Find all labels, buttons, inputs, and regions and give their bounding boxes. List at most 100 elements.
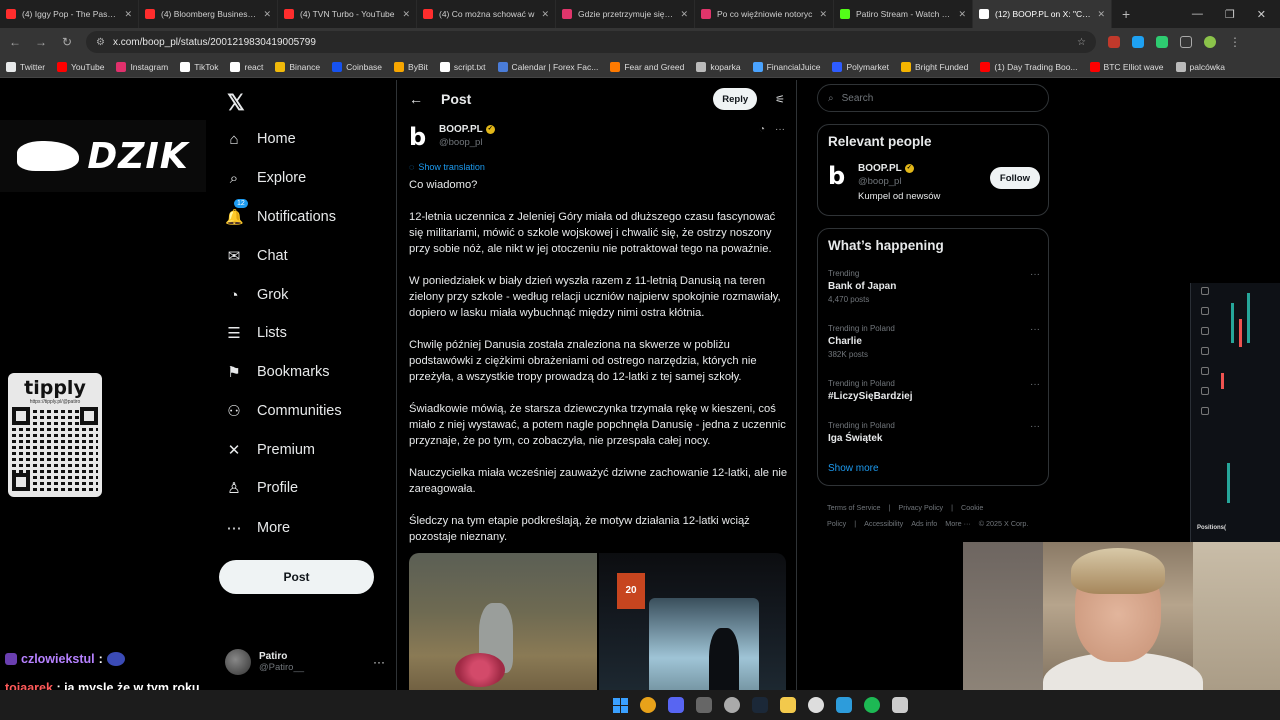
extension-icon[interactable] xyxy=(1156,36,1168,48)
bookmark-item[interactable]: react xyxy=(230,61,263,72)
bookmark-item[interactable]: Calendar | Forex Fac... xyxy=(497,61,598,72)
magnet-icon[interactable] xyxy=(1201,347,1209,355)
trend-item[interactable]: Trending in Poland #LiczySięBardziej ··· xyxy=(828,379,1040,402)
footer-link[interactable]: Accessibility xyxy=(864,519,903,528)
nav-item-communities[interactable]: ⚇ Communities xyxy=(225,396,341,426)
profile-avatar-icon[interactable] xyxy=(1204,36,1216,48)
reload-icon[interactable]: ↻ xyxy=(60,35,74,49)
browser-menu-icon[interactable]: ⋮ xyxy=(1228,35,1242,49)
more-options-icon[interactable]: ··· xyxy=(1030,324,1040,335)
back-arrow-icon[interactable]: ← xyxy=(409,91,423,107)
reply-settings-icon[interactable]: ⚟ xyxy=(775,93,785,106)
bookmark-item[interactable]: Twitter xyxy=(6,61,45,72)
follow-button[interactable]: Follow xyxy=(989,167,1040,189)
bookmark-item[interactable]: palcówka xyxy=(1175,61,1225,72)
discord-icon[interactable] xyxy=(667,697,684,713)
relevant-name[interactable]: BOOP.PL xyxy=(858,163,902,174)
trend-item[interactable]: Trending in Poland Charlie 382K posts ··… xyxy=(828,324,1040,359)
footer-link[interactable]: Ads info xyxy=(911,519,937,528)
more-options-icon[interactable]: ··· xyxy=(775,124,785,135)
obs-icon[interactable] xyxy=(723,697,740,713)
boop-avatar-icon[interactable]: b xyxy=(409,124,431,150)
more-options-icon[interactable]: ··· xyxy=(1030,269,1040,280)
post-button[interactable]: Post xyxy=(219,560,374,594)
windows-start-icon[interactable] xyxy=(612,697,628,713)
nav-item-lists[interactable]: ☰ Lists xyxy=(225,318,287,348)
bookmark-item[interactable]: Instagram xyxy=(116,61,168,72)
relevant-person[interactable]: b BOOP.PL ✓ @boop_pl Kumpel od newsów Fol… xyxy=(828,163,1040,202)
nav-item-grok[interactable]: ◔ Grok xyxy=(225,280,288,310)
extensions-puzzle-icon[interactable] xyxy=(1180,36,1192,48)
spotify-icon[interactable] xyxy=(863,697,880,713)
trend-item[interactable]: Trending Bank of Japan 4,470 posts ··· xyxy=(828,269,1040,304)
browser-tab[interactable]: (4) TVN Turbo - YouTube ✕ xyxy=(278,0,417,28)
search-input[interactable]: ⌕ Search xyxy=(817,84,1049,112)
close-tab-icon[interactable]: ✕ xyxy=(124,9,132,20)
draw-tool-icon[interactable] xyxy=(1201,307,1209,315)
bookmark-star-icon[interactable]: ☆ xyxy=(1077,37,1086,48)
browser-tab[interactable]: Po co więźniowie notoryc ✕ xyxy=(695,0,834,28)
reply-button[interactable]: Reply xyxy=(713,88,758,110)
show-more-link[interactable]: Show more xyxy=(828,463,879,474)
bookmark-item[interactable]: ByBit xyxy=(394,61,428,72)
x-logo-icon[interactable]: 𝕏 xyxy=(227,90,245,116)
browser-tab[interactable]: Patiro Stream - Watch Liv ✕ xyxy=(834,0,973,28)
close-tab-icon[interactable]: ✕ xyxy=(819,9,827,20)
maximize-icon[interactable]: ❐ xyxy=(1225,8,1235,21)
zoom-icon[interactable] xyxy=(1201,327,1209,335)
post-image-memorial[interactable] xyxy=(409,553,597,700)
nav-item-notifications[interactable]: 🔔 12 Notifications xyxy=(225,199,336,232)
close-tab-icon[interactable]: ✕ xyxy=(958,9,966,20)
bookmark-item[interactable]: Bright Funded xyxy=(900,61,968,72)
boop-avatar-icon[interactable]: b xyxy=(828,163,850,189)
heart-icon[interactable] xyxy=(1201,287,1209,295)
bookmark-item[interactable]: TikTok xyxy=(180,61,218,72)
more-options-icon[interactable]: ··· xyxy=(373,655,385,669)
new-tab-icon[interactable]: + xyxy=(1112,6,1140,22)
eye-icon[interactable] xyxy=(1201,387,1209,395)
show-translation-link[interactable]: ◌ Show translation xyxy=(409,162,485,172)
bookmark-item[interactable]: koparka xyxy=(696,61,741,72)
app-icon[interactable] xyxy=(807,697,824,713)
folder-icon[interactable] xyxy=(779,697,796,713)
close-tab-icon[interactable]: ✕ xyxy=(402,9,410,20)
post-media[interactable]: 20 xyxy=(409,553,786,700)
footer-link[interactable]: © 2025 X Corp. xyxy=(979,519,1029,528)
trend-item[interactable]: Trending in Poland Iga Świątek ··· xyxy=(828,421,1040,444)
app-icon[interactable] xyxy=(835,697,852,713)
lock-icon[interactable] xyxy=(1201,367,1209,375)
footer-link[interactable]: Privacy Policy xyxy=(898,503,943,512)
account-switcher[interactable]: Patiro @Patiro__ ··· xyxy=(225,645,385,679)
browser-tab[interactable]: (4) Co można schować w ✕ xyxy=(417,0,556,28)
positions-tab[interactable]: Positions( xyxy=(1197,525,1226,531)
bookmark-item[interactable]: YouTube xyxy=(57,61,104,72)
nav-item-explore[interactable]: ⌕ Explore xyxy=(225,163,306,193)
bookmark-item[interactable]: Fear and Greed xyxy=(610,61,684,72)
app-icon[interactable] xyxy=(695,697,712,713)
browser-tab[interactable]: Gdzie przetrzymuje się na ✕ xyxy=(556,0,695,28)
trash-icon[interactable] xyxy=(1201,407,1209,415)
close-window-icon[interactable]: ✕ xyxy=(1257,8,1266,21)
site-info-icon[interactable]: ⚙ xyxy=(96,37,105,48)
bookmark-item[interactable]: Polymarket xyxy=(832,61,889,72)
forward-arrow-icon[interactable]: → xyxy=(34,35,48,49)
extension-icon[interactable] xyxy=(1108,36,1120,48)
close-tab-icon[interactable]: ✕ xyxy=(263,9,271,20)
author-handle[interactable]: @boop_pl xyxy=(439,137,495,148)
footer-link[interactable]: More ··· xyxy=(945,519,971,528)
close-tab-icon[interactable]: ✕ xyxy=(1097,9,1105,20)
address-bar[interactable]: ⚙ x.com/boop_pl/status/20012198304190057… xyxy=(86,31,1096,53)
more-options-icon[interactable]: ··· xyxy=(1030,421,1040,432)
app-icon[interactable] xyxy=(891,697,908,713)
author-name[interactable]: BOOP.PL xyxy=(439,124,483,135)
bookmark-item[interactable]: BTC Elliot wave xyxy=(1089,61,1164,72)
browser-tab[interactable]: (4) Iggy Pop - The Passeng ✕ xyxy=(0,0,139,28)
browser-tab[interactable]: (12) BOOP.PL on X: "Co w ✕ xyxy=(973,0,1112,28)
nav-item-more[interactable]: ⋯ More xyxy=(225,513,291,543)
chrome-icon[interactable] xyxy=(639,697,656,713)
bookmark-item[interactable]: FinancialJuice xyxy=(752,61,820,72)
more-options-icon[interactable]: ··· xyxy=(1030,379,1040,390)
extension-icon[interactable] xyxy=(1132,36,1144,48)
nav-item-profile[interactable]: ♙ Profile xyxy=(225,473,298,503)
back-arrow-icon[interactable]: ← xyxy=(8,35,22,49)
